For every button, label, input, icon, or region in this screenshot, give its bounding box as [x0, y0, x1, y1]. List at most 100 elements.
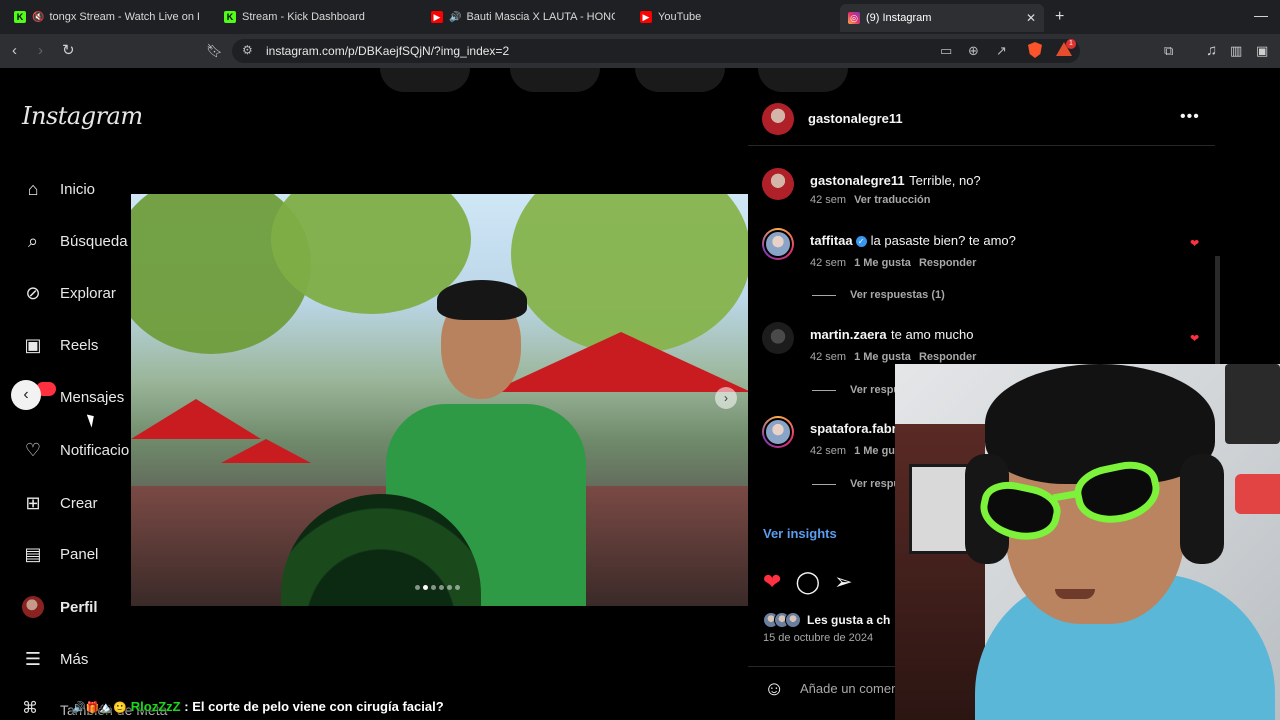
sidebar-icon[interactable]: ▥ [1230, 42, 1242, 60]
new-tab-button[interactable]: + [1055, 8, 1064, 26]
nav-explorar[interactable]: ⊘ Explorar [22, 280, 115, 306]
media-icon[interactable]: ♫ [1206, 42, 1217, 60]
site-settings-icon[interactable]: ⚙ [242, 43, 253, 57]
url-text[interactable]: instagram.com/p/DBKaejfSQjN/?img_index=2 [266, 44, 509, 58]
reload-icon[interactable]: ↻ [62, 42, 75, 60]
tab-title: Stream - Kick Dashboard [242, 11, 365, 23]
nav-mas[interactable]: ☰ Más [22, 646, 88, 672]
comment-like-heart-icon[interactable]: ❤ [1190, 332, 1199, 345]
mouse-cursor-icon [86, 412, 98, 428]
stream-chat-message: 🔊🎁🏔️🙂 RlozZzZ : El corte de pelo viene co… [72, 699, 444, 714]
caption-text: Terrible, no? [909, 173, 981, 188]
carousel-dot-active [423, 585, 428, 590]
bookmark-icon[interactable]: 🔖︎ [206, 42, 223, 60]
screenshot-icon[interactable]: ⧉ [1164, 42, 1173, 60]
likes-text[interactable]: Les gusta a ch [807, 613, 890, 627]
comment-item: martin.zaera te amo mucho [810, 326, 973, 344]
photo-umbrella [221, 439, 311, 463]
likes-summary[interactable]: Les gusta a ch [763, 612, 890, 628]
nav-label: Más [60, 650, 89, 668]
share-icon[interactable]: ↗ [996, 43, 1007, 59]
minimize-window-button[interactable]: — [1254, 7, 1268, 23]
like-heart-icon[interactable]: ❤ [763, 570, 781, 594]
commenter-avatar[interactable] [762, 228, 794, 260]
home-icon: ⌂ [27, 178, 39, 199]
story-thumbnail[interactable] [635, 68, 725, 92]
tab-title: (9) Instagram [866, 12, 932, 24]
see-translation-link[interactable]: Ver traducción [854, 194, 930, 206]
comment-likes[interactable]: 1 Me gu [854, 445, 895, 457]
view-insights-link[interactable]: Ver insights [763, 526, 837, 541]
avatar [22, 596, 44, 618]
send-icon[interactable]: ➢ [834, 570, 852, 594]
comment-likes[interactable]: 1 Me gusta [854, 351, 911, 363]
nav-label: Mensajes [60, 388, 125, 406]
story-thumbnail[interactable] [380, 68, 470, 92]
comment-item: taffitaa ✓ la pasaste bien? te amo? [810, 232, 1016, 250]
chat-separator: : [184, 699, 189, 714]
carousel-dot [447, 585, 452, 590]
rewards-badge: 1 [1066, 39, 1076, 49]
reply-button[interactable]: Responder [919, 257, 976, 269]
comment-bubble-icon[interactable]: ◯ [795, 570, 820, 594]
view-replies-button[interactable]: Ver respu [812, 478, 900, 490]
zoom-icon[interactable]: ⊕ [968, 43, 979, 59]
nav-perfil[interactable]: Perfil [22, 594, 98, 620]
post-photo[interactable]: › [131, 194, 748, 606]
nav-panel[interactable]: ▤ Panel [22, 541, 98, 567]
comment-time: 42 sem [810, 257, 847, 269]
commenter-avatar[interactable] [762, 322, 794, 354]
next-image-button[interactable]: › [715, 387, 737, 409]
tab-title: YouTube [658, 11, 702, 23]
nav-crear[interactable]: ⊞ Crear [22, 490, 97, 516]
previous-post-button[interactable]: ‹ [11, 380, 41, 410]
tab-tongx-stream[interactable]: K 🔇 tongx Stream - Watch Live on Kic [14, 6, 199, 28]
comment-input[interactable]: Añade un comen [800, 681, 898, 696]
cast-icon[interactable]: ▭ [940, 43, 952, 59]
more-options-icon[interactable]: ••• [1180, 108, 1200, 126]
commenter-avatar[interactable] [762, 416, 794, 448]
speaker-icon[interactable]: 🔊 [449, 12, 461, 23]
plus-square-icon: ⊞ [25, 492, 41, 513]
tab-kick-dashboard[interactable]: K Stream - Kick Dashboard [224, 6, 414, 28]
nav-busqueda[interactable]: ⌕ Búsqueda [22, 228, 128, 254]
wallet-icon[interactable]: ▣ [1256, 42, 1268, 60]
photo-umbrella [131, 399, 261, 439]
address-bar[interactable]: ⚙ instagram.com/p/DBKaejfSQjN/?img_index… [232, 39, 1080, 63]
webcam-overlay [895, 364, 1280, 720]
forward-arrow-icon[interactable]: › [38, 42, 43, 60]
author-username[interactable]: gastonalegre11 [808, 111, 903, 126]
nav-notificaciones[interactable]: ♡ Notificaciones [22, 437, 130, 463]
comment-likes[interactable]: 1 Me gusta [854, 257, 911, 269]
emoji-icon[interactable]: ☺ [764, 678, 784, 701]
comment-username[interactable]: taffitaa [810, 233, 853, 248]
back-arrow-icon[interactable]: ‹ [12, 42, 17, 60]
brave-shields-icon[interactable] [1028, 42, 1042, 58]
youtube-icon: ▶ [640, 11, 652, 23]
meta-apps-icon[interactable]: ⌘ [22, 698, 38, 718]
tab-instagram[interactable]: ◎ (9) Instagram ✕ [840, 4, 1044, 32]
comment-username[interactable]: spatafora.fabri [810, 421, 900, 436]
comment-username[interactable]: martin.zaera [810, 327, 887, 342]
chat-text: El corte de pelo viene con cirugía facia… [192, 699, 444, 714]
tab-bauti-mascia[interactable]: ▶ 🔊 Bauti Mascia X LAUTA - HONOLU [431, 6, 615, 28]
tab-youtube[interactable]: ▶ YouTube [640, 6, 820, 28]
story-thumbnail[interactable] [510, 68, 600, 92]
nav-inicio[interactable]: ⌂ Inicio [22, 176, 95, 202]
carousel-indicator [415, 585, 460, 590]
view-replies-button[interactable]: Ver respu [812, 384, 900, 396]
caption-avatar[interactable] [762, 168, 794, 200]
reply-button[interactable]: Responder [919, 351, 976, 363]
instagram-logo[interactable]: Instagram [22, 102, 143, 130]
instagram-icon: ◎ [848, 12, 860, 24]
nav-reels[interactable]: ▣ Reels [22, 332, 98, 358]
caption-username[interactable]: gastonalegre11 [810, 173, 905, 188]
author-avatar[interactable] [762, 103, 794, 135]
search-icon: ⌕ [27, 230, 39, 251]
nav-label: Búsqueda [60, 232, 128, 250]
comment-like-heart-icon[interactable]: ❤ [1190, 237, 1199, 250]
story-thumbnail[interactable] [758, 68, 848, 92]
muted-speaker-icon[interactable]: 🔇 [32, 12, 44, 23]
close-icon[interactable]: ✕ [1026, 11, 1036, 25]
view-replies-button[interactable]: Ver respuestas (1) [812, 289, 945, 301]
